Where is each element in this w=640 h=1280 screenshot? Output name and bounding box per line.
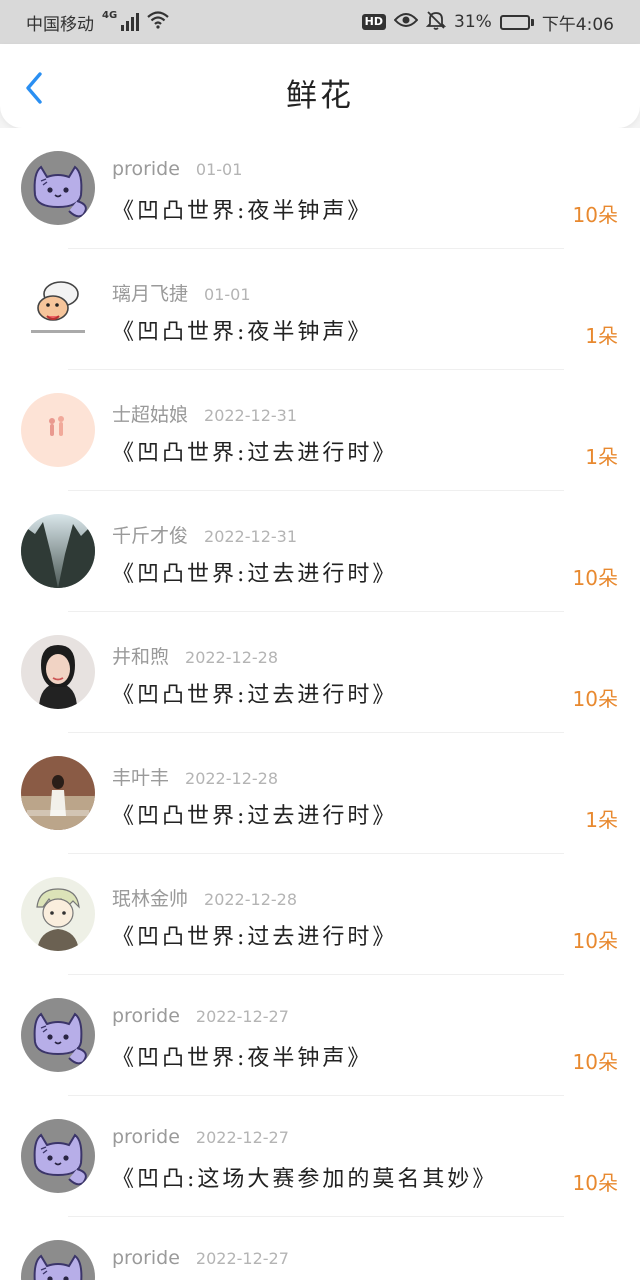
avatar[interactable] — [21, 272, 95, 346]
signal-icon — [121, 13, 140, 31]
row-meta: 士超姑娘 2022-12-31 — [112, 400, 297, 427]
battery-percent: 31% — [454, 12, 492, 32]
avatar[interactable] — [21, 1119, 95, 1193]
username: 千斤才俊 — [112, 525, 189, 547]
list-item[interactable]: 珉林金帅 2022-12-28 《凹凸世界:过去进行时》 10朵 — [0, 854, 640, 975]
flower-count: 10朵 — [572, 1171, 618, 1195]
avatar[interactable] — [21, 514, 95, 588]
list-item[interactable]: 士超姑娘 2022-12-31 《凹凸世界:过去进行时》 1朵 — [0, 370, 640, 491]
list-item[interactable]: 井和煦 2022-12-28 《凹凸世界:过去进行时》 10朵 — [0, 612, 640, 733]
flower-count: 1朵 — [585, 324, 618, 348]
avatar[interactable] — [21, 393, 95, 467]
username: 珉林金帅 — [112, 888, 189, 910]
date: 2022-12-27 — [195, 1007, 289, 1026]
row-meta: proride 2022-12-27 — [112, 1126, 289, 1148]
status-bar: 中国移动 4G HD 31% 下午4:06 — [0, 0, 640, 44]
date: 01-01 — [195, 160, 243, 179]
list-item[interactable]: proride 2022-12-27 — [0, 1217, 640, 1280]
list-item[interactable]: 璃月飞捷 01-01 《凹凸世界:夜半钟声》 1朵 — [0, 249, 640, 370]
date: 2022-12-28 — [185, 648, 278, 667]
battery-icon — [499, 14, 534, 30]
username: 丰叶丰 — [112, 767, 170, 789]
date: 01-01 — [204, 285, 251, 304]
avatar[interactable] — [21, 151, 95, 225]
wifi-icon — [147, 10, 169, 34]
carrier-label: 中国移动 — [26, 14, 94, 35]
book-title[interactable]: 《凹凸世界:过去进行时》 — [112, 435, 397, 467]
list-item[interactable]: proride 2022-12-27 《凹凸:这场大赛参加的莫名其妙》 10朵 — [0, 1096, 640, 1217]
username: proride — [112, 1005, 180, 1027]
hd-badge: HD — [361, 14, 387, 30]
flower-count: 1朵 — [585, 808, 618, 832]
date: 2022-12-27 — [195, 1128, 289, 1147]
row-meta: 璃月飞捷 01-01 — [112, 279, 251, 306]
row-meta: proride 2022-12-27 — [112, 1005, 289, 1027]
list-item[interactable]: proride 2022-12-27 《凹凸世界:夜半钟声》 10朵 — [0, 975, 640, 1096]
date: 2022-12-28 — [204, 890, 297, 909]
flower-count: 1朵 — [585, 445, 618, 469]
book-title[interactable]: 《凹凸世界:夜半钟声》 — [112, 314, 372, 346]
date: 2022-12-28 — [185, 769, 278, 788]
avatar[interactable] — [21, 1240, 95, 1280]
list-item[interactable]: 丰叶丰 2022-12-28 《凹凸世界:过去进行时》 1朵 — [0, 733, 640, 854]
clock: 下午4:06 — [541, 14, 614, 35]
book-title[interactable]: 《凹凸世界:过去进行时》 — [112, 798, 397, 830]
book-title[interactable]: 《凹凸:这场大赛参加的莫名其妙》 — [112, 1161, 497, 1193]
row-meta: proride 01-01 — [112, 158, 242, 180]
flower-count: 10朵 — [572, 1050, 618, 1074]
book-title[interactable]: 《凹凸世界:夜半钟声》 — [112, 193, 372, 225]
row-meta: 珉林金帅 2022-12-28 — [112, 884, 297, 911]
navigation-bar: 鲜花 — [0, 44, 640, 128]
flower-count: 10朵 — [572, 687, 618, 711]
flower-count: 10朵 — [572, 203, 618, 227]
book-title[interactable]: 《凹凸世界:过去进行时》 — [112, 919, 397, 951]
book-title[interactable]: 《凹凸世界:过去进行时》 — [112, 556, 397, 588]
list-item[interactable]: proride 01-01 《凹凸世界:夜半钟声》 10朵 — [0, 128, 640, 249]
status-right: HD 31% 下午4:06 — [361, 10, 614, 35]
avatar[interactable] — [21, 998, 95, 1072]
row-meta: 千斤才俊 2022-12-31 — [112, 521, 297, 548]
date: 2022-12-27 — [195, 1249, 289, 1268]
username: proride — [112, 1126, 180, 1148]
avatar[interactable] — [21, 635, 95, 709]
flower-count: 10朵 — [572, 566, 618, 590]
avatar[interactable] — [21, 756, 95, 830]
username: 璃月飞捷 — [112, 283, 189, 305]
avatar[interactable] — [21, 877, 95, 951]
network-type-label: 4G — [102, 9, 118, 21]
row-meta: proride 2022-12-27 — [112, 1247, 289, 1269]
book-title[interactable]: 《凹凸世界:过去进行时》 — [112, 677, 397, 709]
list-item[interactable]: 千斤才俊 2022-12-31 《凹凸世界:过去进行时》 10朵 — [0, 491, 640, 612]
flower-list[interactable]: proride 01-01 《凹凸世界:夜半钟声》 10朵 璃月飞捷 01-01… — [0, 128, 640, 1280]
status-left: 中国移动 4G — [26, 10, 169, 35]
mute-bell-icon — [425, 10, 447, 35]
book-title[interactable]: 《凹凸世界:夜半钟声》 — [112, 1040, 372, 1072]
date: 2022-12-31 — [204, 406, 297, 425]
flower-count: 10朵 — [572, 929, 618, 953]
date: 2022-12-31 — [204, 527, 297, 546]
row-meta: 井和煦 2022-12-28 — [112, 642, 278, 669]
row-meta: 丰叶丰 2022-12-28 — [112, 763, 278, 790]
page-title: 鲜花 — [286, 78, 354, 114]
eye-icon — [393, 12, 419, 33]
username: proride — [112, 1247, 180, 1269]
username: proride — [112, 158, 180, 180]
username: 井和煦 — [112, 646, 170, 668]
username: 士超姑娘 — [112, 404, 189, 426]
